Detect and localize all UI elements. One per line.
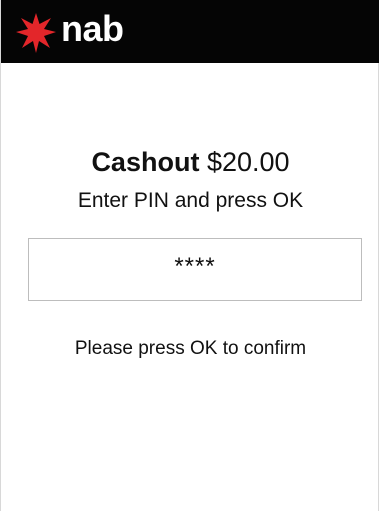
transaction-title: Cashout $20.00 <box>1 146 379 178</box>
brand-header: nab <box>1 0 379 63</box>
pin-input-field[interactable]: **** <box>28 238 362 301</box>
masked-pin-value: **** <box>174 253 216 280</box>
brand-name: nab <box>61 8 124 49</box>
nab-star-icon <box>15 12 57 54</box>
transaction-type: Cashout <box>91 147 200 177</box>
pin-prompt: Enter PIN and press OK <box>77 189 304 212</box>
confirmation-message: Please press OK to confirm <box>74 338 307 359</box>
transaction-amount: $20.00 <box>206 147 290 177</box>
payment-terminal-screen: nab Cashout $20.00 Enter PIN and press O… <box>0 0 379 511</box>
